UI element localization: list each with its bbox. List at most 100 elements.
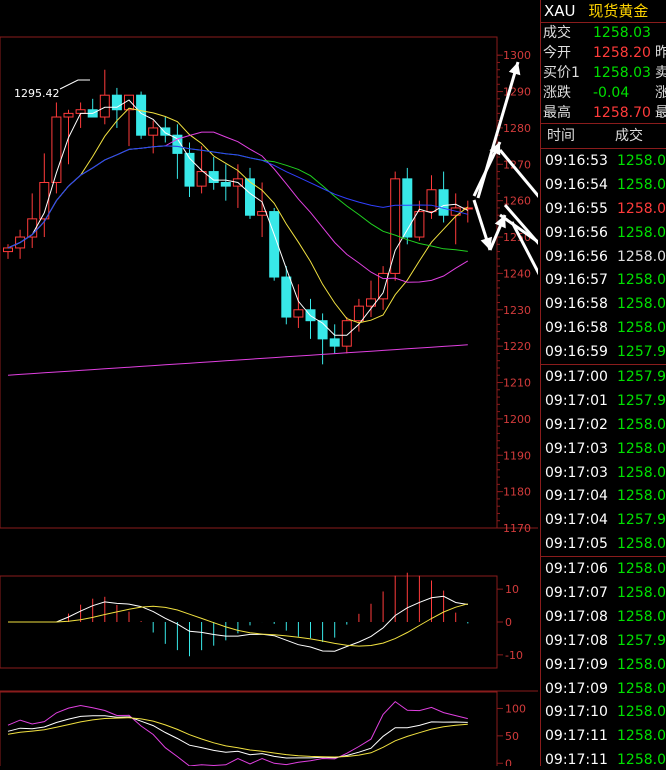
macd-tick-label: -10 (505, 649, 523, 662)
kdj-tick-label: 100 (505, 702, 526, 715)
candle-body (438, 189, 449, 216)
tick-price: 1258.0 (617, 416, 666, 433)
tick-price: 1258.0 (617, 704, 666, 721)
tick-row[interactable]: 09:17:05 1258.0 (541, 532, 666, 558)
quote-extra-label: 涨 (655, 83, 666, 103)
tick-row[interactable]: 09:16:59 1257.9 (541, 340, 666, 366)
tick-price: 1258.0 (617, 585, 666, 602)
tick-row[interactable]: 09:17:09 1258.0 (541, 653, 666, 677)
y-tick-label: 1170 (503, 522, 531, 535)
quote-value: 1258.20 (593, 45, 651, 61)
symbol-header[interactable]: XAU 现货黄金 (541, 0, 666, 23)
tick-time: 09:16:57 (545, 272, 608, 289)
macd-panel-frame (0, 575, 498, 669)
tick-price: 1257.9 (617, 344, 666, 361)
quote-value: 1258.70 (593, 105, 651, 121)
candle-body (341, 320, 352, 347)
tick-row[interactable]: 09:17:00 1257.9 (541, 365, 666, 389)
tick-price: 1258.0 (617, 561, 666, 578)
tick-time: 09:17:05 (545, 536, 608, 553)
tick-price: 1258.0 (617, 272, 666, 289)
tick-time: 09:16:55 (545, 200, 608, 217)
kdj-tick-label: 50 (505, 730, 519, 743)
ticks-list[interactable]: 09:16:53 1258.0 09:16:54 1258.0 09:16:55 1258… (541, 149, 666, 766)
quote-extra-label: 最 (655, 103, 666, 123)
quote-side-panel: XAU 现货黄金 成交1258.03今开1258.20昨买价11258.03卖涨… (540, 0, 666, 766)
tick-row[interactable]: 09:17:11 1258.0 (541, 724, 666, 748)
tick-row[interactable]: 09:17:09 1258.0 (541, 677, 666, 701)
tick-row[interactable]: 09:17:04 1258.0 (541, 484, 666, 508)
tick-price: 1258.0 (617, 320, 666, 337)
tick-row[interactable]: 09:17:11 1258.0 (541, 748, 666, 766)
quote-label: 最高 (543, 105, 571, 121)
candle-body (196, 171, 207, 187)
candle-body (220, 181, 231, 187)
tick-row[interactable]: 09:17:03 1258.0 (541, 437, 666, 461)
ticks-header: 时间 成交 (541, 123, 666, 149)
tick-time: 09:17:03 (545, 440, 608, 457)
tick-row[interactable]: 09:16:55 1258.0 (541, 197, 666, 221)
macd-tick-label: 10 (505, 583, 519, 596)
tick-row[interactable]: 09:17:10 1258.0 (541, 700, 666, 724)
quote-label: 买价1 (543, 65, 580, 81)
quote-row: 成交 1258.03 (541, 23, 666, 43)
tick-time: 09:17:09 (545, 680, 608, 697)
quote-value: 1258.03 (593, 25, 651, 41)
tick-price: 1257.9 (617, 392, 666, 409)
tick-time: 09:17:11 (545, 752, 608, 766)
tick-price: 1258.0 (617, 752, 666, 766)
tick-row[interactable]: 09:17:06 1258.0 (541, 557, 666, 581)
quote-label: 涨跌 (543, 85, 571, 101)
tick-time: 09:16:56 (545, 248, 608, 265)
y-tick-label: 1240 (503, 267, 531, 280)
y-tick-label: 1230 (503, 304, 531, 317)
tick-row[interactable]: 09:17:08 1257.9 (541, 629, 666, 653)
tick-time: 09:16:53 (545, 153, 608, 169)
tick-time: 09:17:00 (545, 369, 608, 386)
tick-price: 1258.0 (617, 656, 666, 673)
tick-row[interactable]: 09:17:01 1257.9 (541, 389, 666, 413)
tick-row[interactable]: 09:17:02 1258.0 (541, 413, 666, 437)
tick-row[interactable]: 09:16:58 1258.0 (541, 292, 666, 316)
high-annotation: 1295.42 (14, 87, 60, 100)
tick-row[interactable]: 09:16:57 1258.0 (541, 268, 666, 292)
tick-price: 1258.0 (617, 200, 666, 217)
tick-price: 1258.0 (617, 248, 666, 265)
tick-row[interactable]: 09:16:56 1258.0 (541, 221, 666, 245)
quote-label: 今开 (543, 45, 571, 61)
tick-time: 09:16:56 (545, 224, 608, 241)
tick-row[interactable]: 09:17:03 1258.0 (541, 461, 666, 485)
kline-chart-area[interactable]: 1300 1290 1280 1270 1260 1250 1240 1230 1220 1210… (0, 0, 660, 770)
tick-time: 09:17:06 (545, 561, 608, 578)
y-tick-label: 1300 (503, 49, 531, 62)
tick-row[interactable]: 09:16:58 1258.0 (541, 316, 666, 340)
tick-time: 09:17:02 (545, 416, 608, 433)
candle-body (75, 109, 86, 114)
candle-body (63, 112, 74, 118)
tick-row[interactable]: 09:16:54 1258.0 (541, 173, 666, 197)
kdj-tick-label: 0 (505, 757, 512, 766)
candle-body (99, 94, 110, 118)
tick-row[interactable]: 09:16:56 1258.0 (541, 245, 666, 269)
tick-time: 09:17:07 (545, 585, 608, 602)
tick-row[interactable]: 09:17:04 1257.9 (541, 508, 666, 532)
tick-row[interactable]: 09:17:07 1258.0 (541, 581, 666, 605)
ma120-line (7, 344, 468, 376)
tick-row[interactable]: 09:17:08 1258.0 (541, 605, 666, 629)
tick-price: 1257.9 (617, 369, 666, 386)
tick-time: 09:17:04 (545, 488, 608, 505)
quote-row: 买价1 1258.03卖 (541, 63, 666, 83)
candle-body (329, 338, 340, 347)
kdj-j-line (7, 700, 468, 767)
quote-value: 1258.03 (593, 65, 651, 81)
tick-price: 1258.0 (617, 440, 666, 457)
y-tick-label: 1280 (503, 122, 531, 135)
candle-body (426, 189, 437, 213)
symbol-code: XAU (544, 2, 576, 20)
tick-row[interactable]: 09:16:53 1258.0 (541, 149, 666, 173)
candle-body (353, 305, 364, 322)
tick-price: 1258.0 (617, 680, 666, 697)
kline-chart[interactable]: 1300129012801270126012501240123012201210… (0, 0, 660, 770)
tick-time: 09:16:54 (545, 176, 608, 193)
tick-price: 1257.9 (617, 632, 666, 649)
